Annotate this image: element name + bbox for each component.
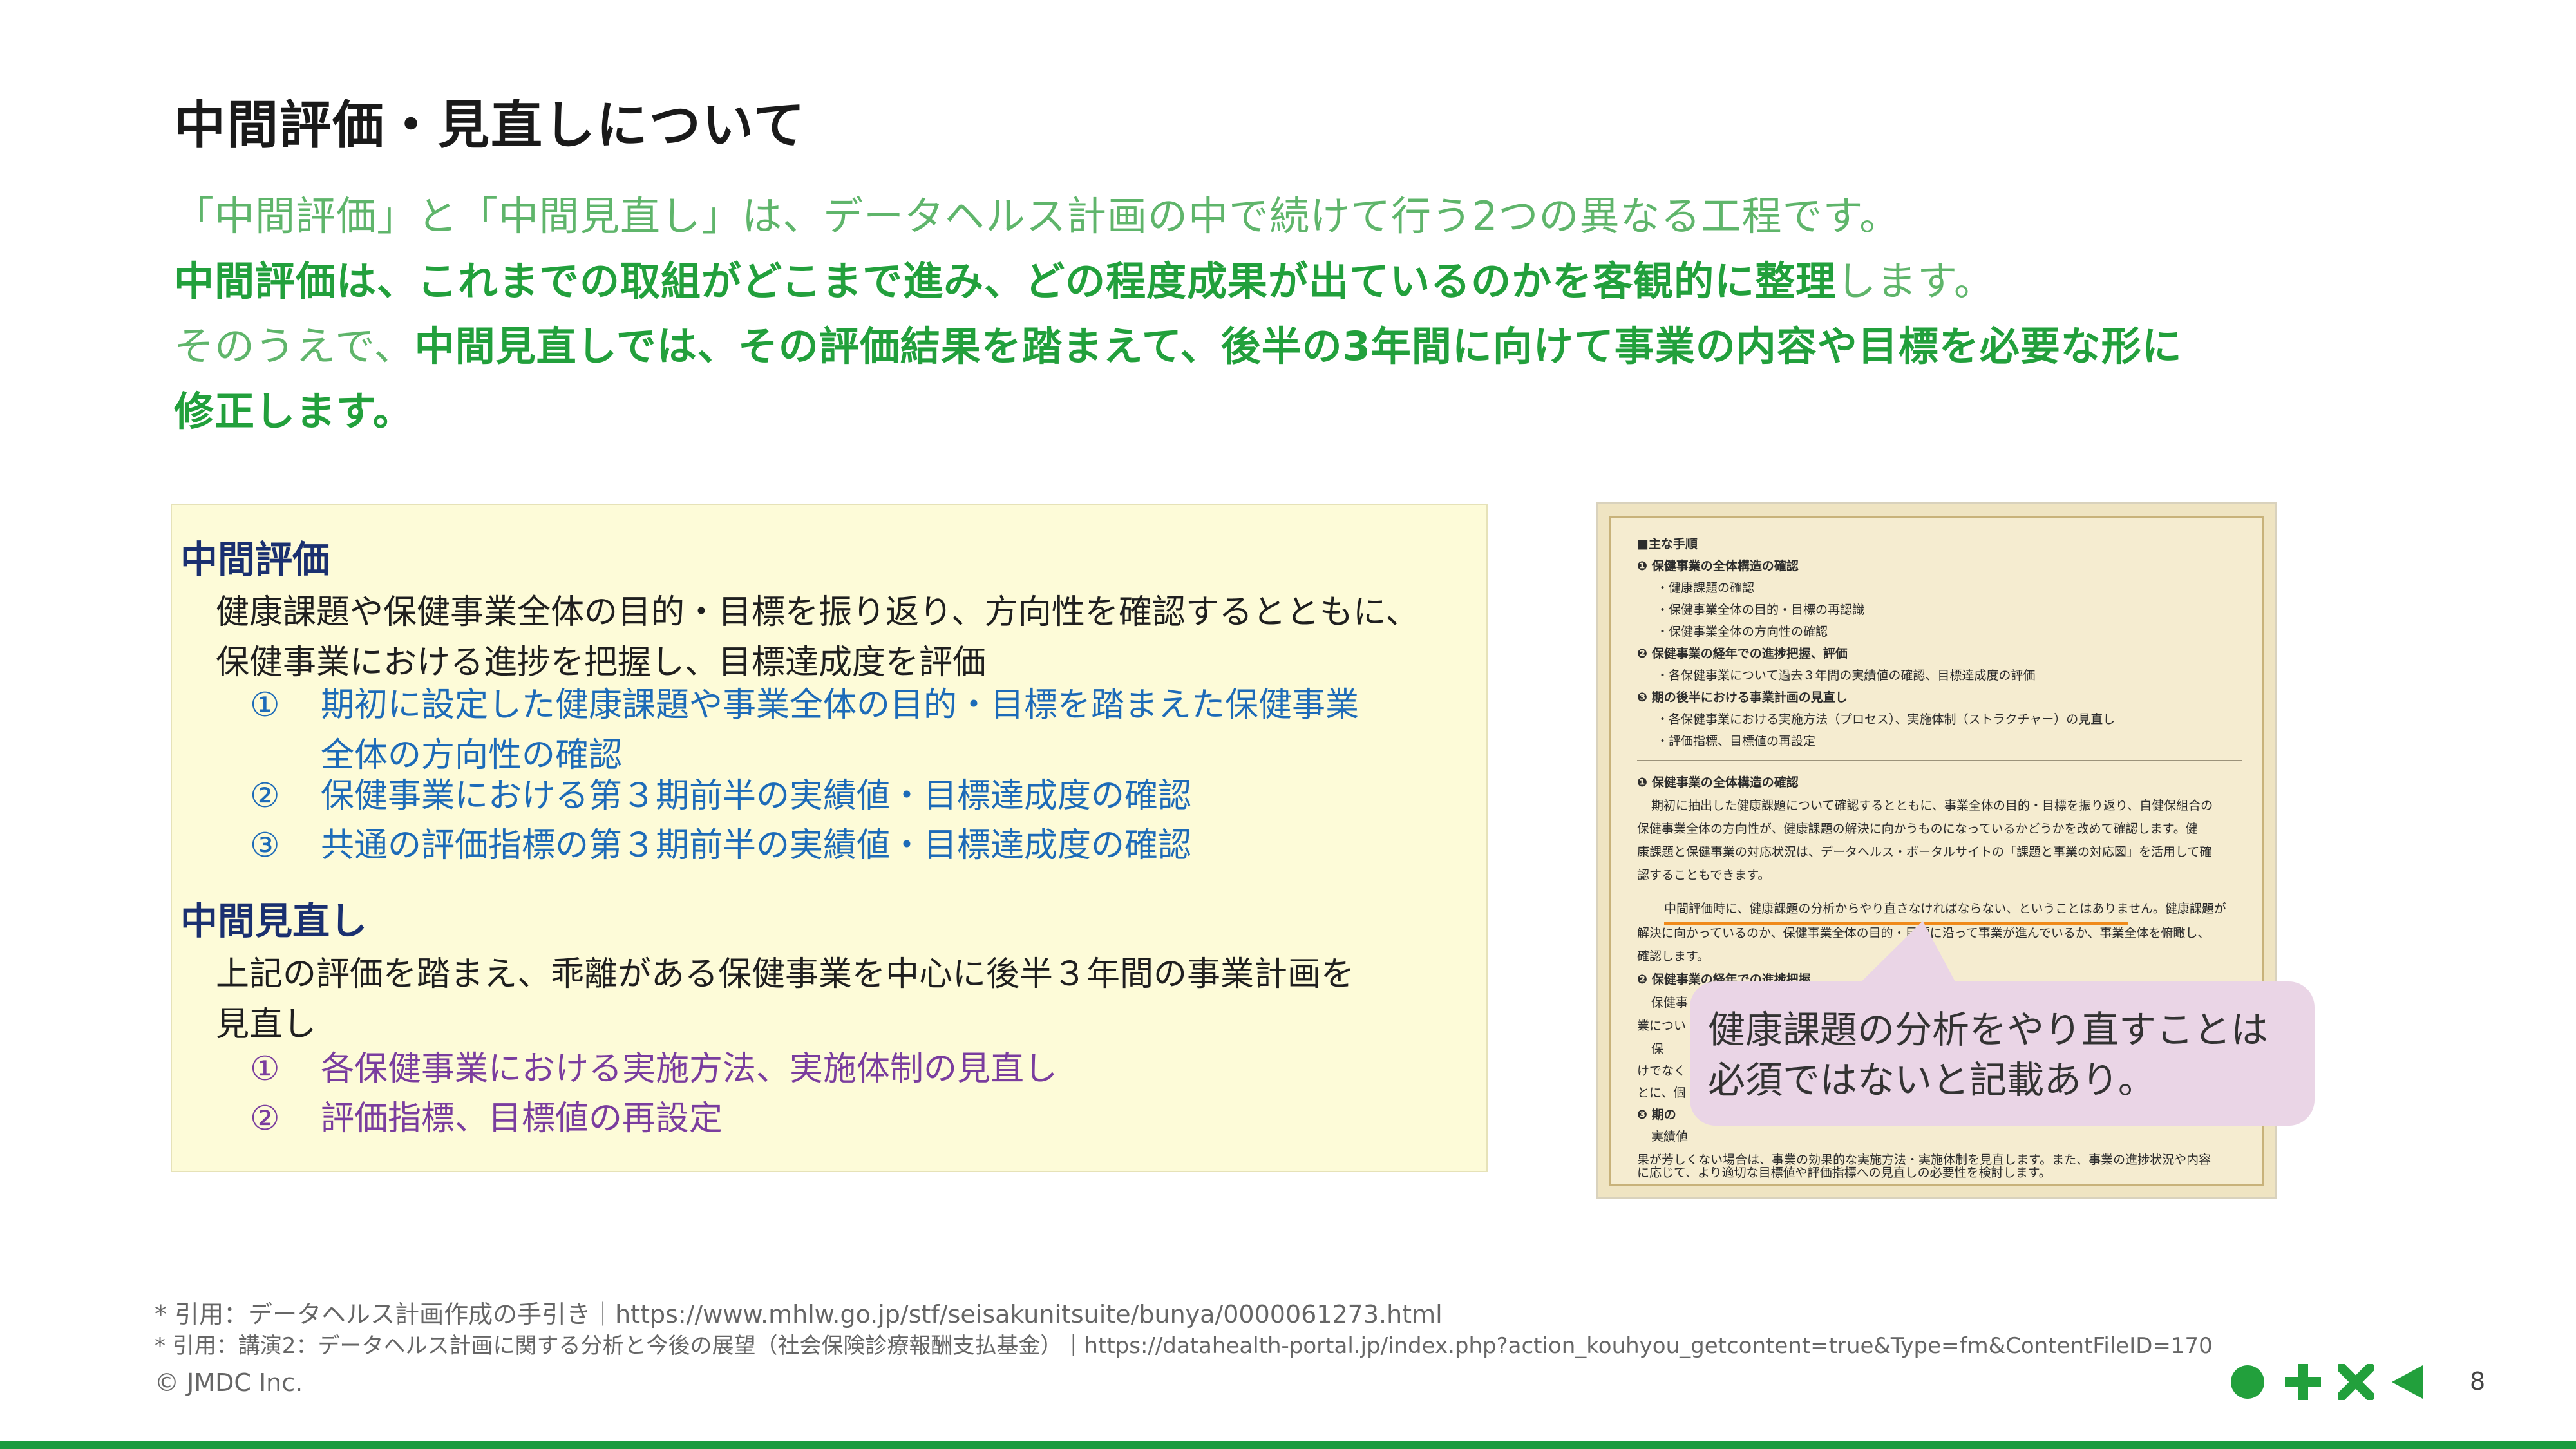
doc-line: 期初に抽出した健康課題について確認するとともに、事業全体の目的・目標を振り返り、… <box>1651 799 2213 813</box>
intro-line-3: そのうえで、中間見直しでは、その評価結果を踏まえて、後半の3年間に向けて事業の内… <box>174 314 2428 379</box>
doc-line: ・保健事業全体の目的・目標の再認識 <box>1656 603 1865 617</box>
item-number: ② <box>250 777 280 815</box>
evaluation-heading: 中間評価 <box>180 538 330 582</box>
item-text: 共通の評価指標の第３期前半の実績値・目標達成度の確認 <box>321 826 1192 865</box>
review-desc-line-1: 上記の評価を踏まえ、乖離がある保健事業を中心に後半３年間の事業計画を <box>216 955 1355 994</box>
doc-line: 康課題と保健事業の対応状況は、データヘルス・ポータルサイトの「課題と事業の対応図… <box>1637 845 2212 859</box>
cross-icon <box>2334 1361 2377 1403</box>
plus-icon <box>2284 1364 2322 1403</box>
doc-line: ■主な手順 <box>1637 537 1698 551</box>
intro-line-4-bold: 修正します。 <box>174 388 413 435</box>
review-desc-line-2: 見直し <box>216 1005 317 1044</box>
doc-line: ❸ 期の後半における事業計画の見直し <box>1637 690 1848 705</box>
doc-divider <box>1637 760 2242 761</box>
item-number: ① <box>250 686 280 724</box>
doc-line: 認することもできます。 <box>1637 868 1770 882</box>
doc-line: ❶ 保健事業の全体構造の確認 <box>1637 775 1799 790</box>
doc-line: ❶ 保健事業の全体構造の確認 <box>1637 559 1799 573</box>
doc-line-highlighted: 中間評価時に、健康課題の分析からやり直さなければならない、ということはありません… <box>1664 902 2226 916</box>
intro-text: 「中間評価」と「中間見直し」は、データヘルス計画の中で続けて行う2つの異なる工程… <box>174 184 2428 444</box>
intro-line-2: 中間評価は、これまでの取組がどこまで進み、どの程度成果が出ているのかを客観的に整… <box>174 249 2428 314</box>
item-text-line-1: 期初に設定した健康課題や事業全体の目的・目標を踏まえた保健事業 <box>321 686 1359 724</box>
evaluation-description: 健康課題や保健事業全体の目的・目標を振り返り、方向性を確認するとともに、 保健事… <box>216 587 1478 688</box>
item-number: ② <box>250 1099 280 1138</box>
circle-icon <box>2230 1364 2266 1403</box>
reference-1: * 引用：データヘルス計画作成の手引き｜https://www.mhlw.go.… <box>155 1300 1443 1329</box>
review-heading: 中間見直し <box>180 899 368 943</box>
reference-2: * 引用：講演2：データヘルス計画に関する分析と今後の展望（社会保険診療報酬支払… <box>155 1333 2213 1359</box>
doc-line: 実績値 <box>1651 1130 1689 1144</box>
evaluation-item-2: ② 保健事業における第３期前半の実績値・目標達成度の確認 <box>250 771 1473 821</box>
callout-line-2: 必須ではないと記載あり。 <box>1708 1058 2155 1102</box>
doc-line: ・各保健事業について過去３年間の実績値の確認、目標達成度の評価 <box>1656 668 2036 683</box>
item-number: ① <box>250 1050 280 1088</box>
item-text: 各保健事業における実施方法、実施体制の見直し <box>321 1050 1058 1088</box>
callout-line-1: 健康課題の分析をやり直すことは <box>1708 1008 2269 1052</box>
doc-line: ・評価指標、目標値の再設定 <box>1656 734 1816 748</box>
doc-line: ・健康課題の確認 <box>1656 581 1755 595</box>
bottom-accent-bar <box>0 1441 2576 1449</box>
intro-line-4: 修正します。 <box>174 379 2428 444</box>
review-item-2: ② 評価指標、目標値の再設定 <box>250 1094 1473 1144</box>
doc-line: 保健事業全体の方向性が、健康課題の解決に向かうものになっているかどうかを改めて確… <box>1637 822 2198 836</box>
doc-line: に応じて、より適切な目標値や評価指標への見直しの必要性を検討します。 <box>1637 1166 2051 1180</box>
item-text: 保健事業における第３期前半の実績値・目標達成度の確認 <box>321 777 1192 815</box>
doc-line: ・保健事業全体の方向性の確認 <box>1656 625 1828 639</box>
doc-line: ❷ 保健事業の経年での進捗把握、評価 <box>1637 647 1848 661</box>
item-text: 評価指標、目標値の再設定 <box>321 1099 723 1138</box>
page-number: 8 <box>2470 1367 2486 1396</box>
intro-line-3-bold: 中間見直しでは、その評価結果を踏まえて、後半の3年間に向けて事業の内容や目標を必… <box>414 323 2183 370</box>
copyright: © JMDC Inc. <box>155 1368 303 1397</box>
evaluation-desc-line-1: 健康課題や保健事業全体の目的・目標を振り返り、方向性を確認するとともに、 <box>216 593 1419 632</box>
doc-line: ・各保健事業における実施方法（プロセス）、実施体制（ストラクチャー）の見直し <box>1656 712 2116 726</box>
evaluation-item-3: ③ 共通の評価指標の第３期前半の実績値・目標達成度の確認 <box>250 820 1473 871</box>
review-description: 上記の評価を踏まえ、乖離がある保健事業を中心に後半３年間の事業計画を 見直し <box>216 949 1478 1050</box>
item-number: ③ <box>250 826 280 865</box>
page-title: 中間評価・見直しについて <box>174 95 806 155</box>
intro-line-2-bold: 中間評価は、これまでの取組がどこまで進み、どの程度成果が出ているのかを客観的に整… <box>174 258 1837 305</box>
intro-line-1: 「中間評価」と「中間見直し」は、データヘルス計画の中で続けて行う2つの異なる工程… <box>174 193 1900 240</box>
review-item-1: ① 各保健事業における実施方法、実施体制の見直し <box>250 1044 1473 1094</box>
triangle-icon <box>2391 1364 2424 1403</box>
evaluation-item-1: ① 期初に設定した健康課題や事業全体の目的・目標を踏まえた保健事業 全体の方向性… <box>250 680 1473 781</box>
callout-text: 健康課題の分析をやり直すことは 必須ではないと記載あり。 <box>1708 1005 2300 1105</box>
intro-line-2-rest: します。 <box>1836 258 1994 305</box>
intro-line-3-start: そのうえで、 <box>174 323 415 370</box>
item-text: 期初に設定した健康課題や事業全体の目的・目標を踏まえた保健事業 全体の方向性の確… <box>321 680 1416 781</box>
